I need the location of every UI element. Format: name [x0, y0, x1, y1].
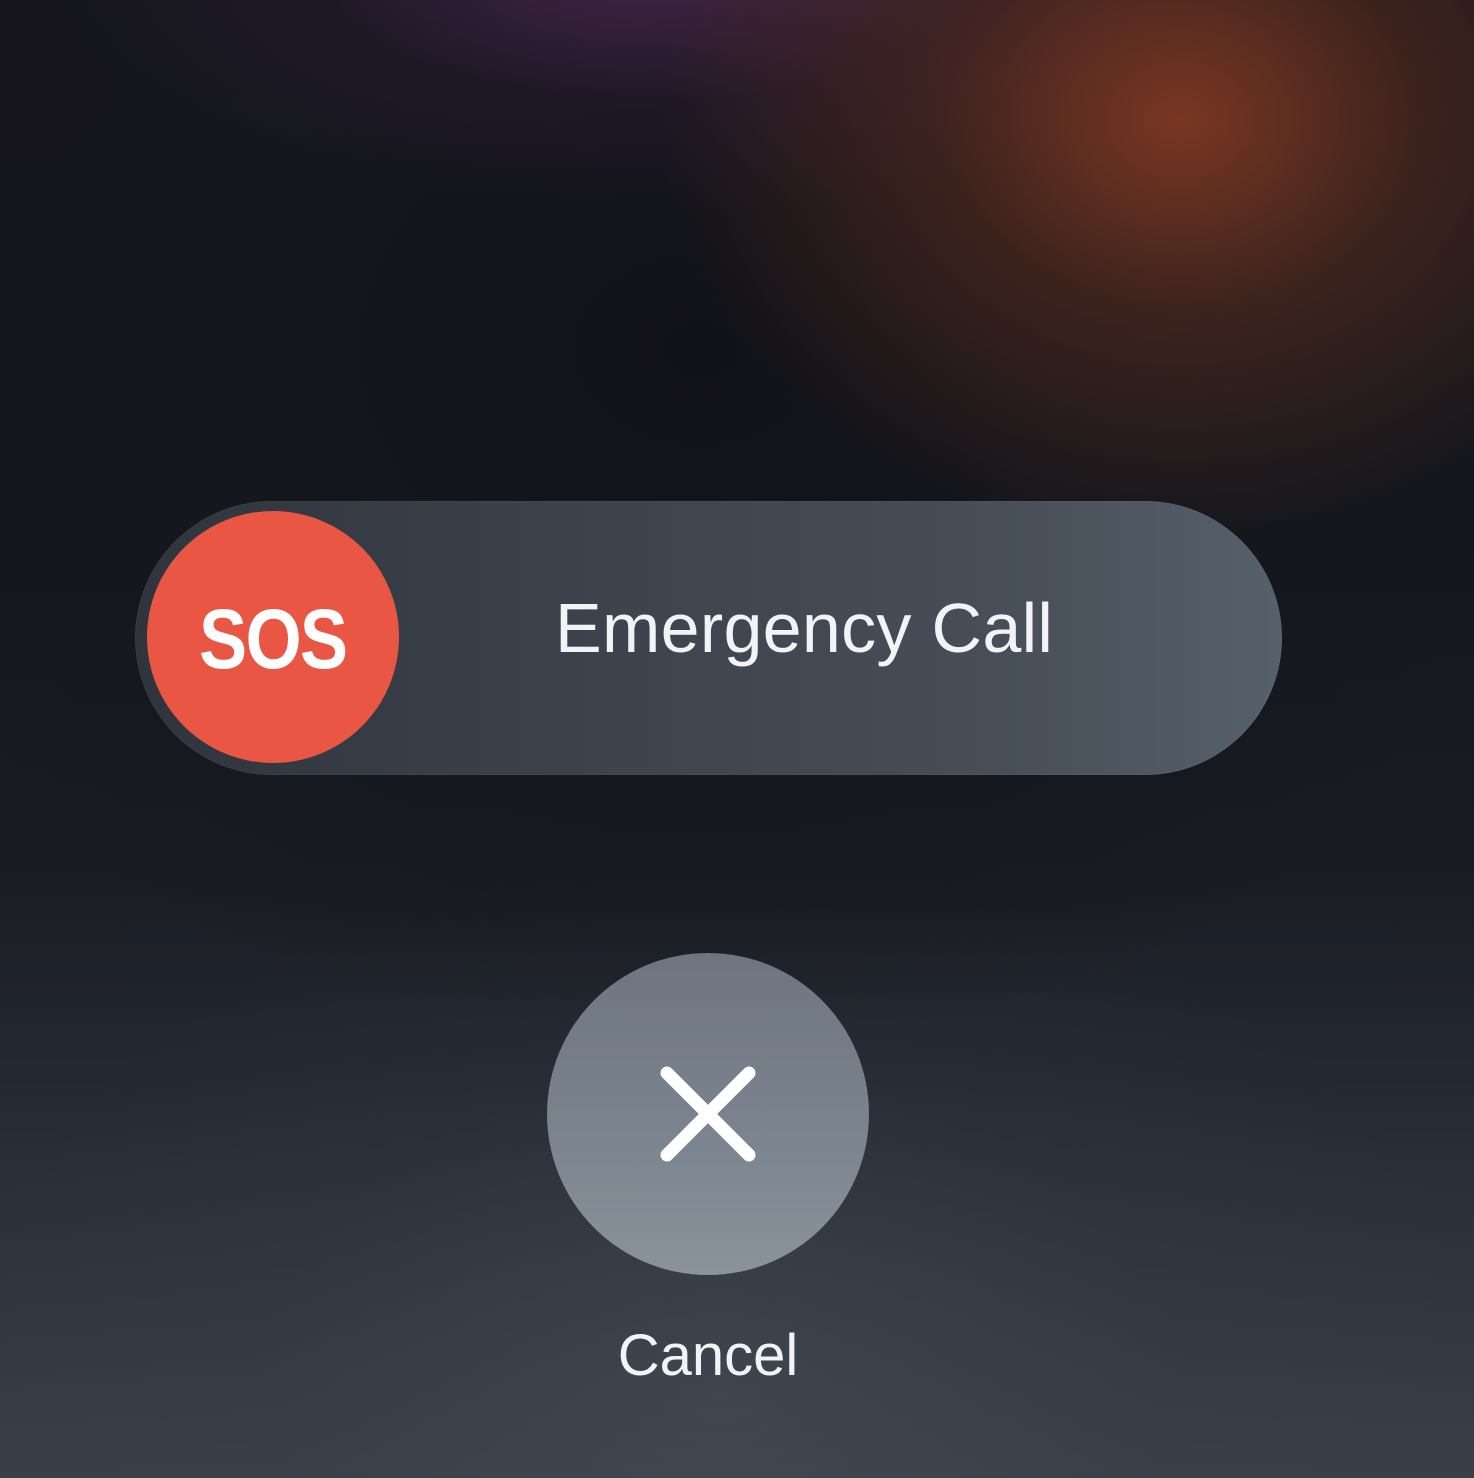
sos-label: SOS [199, 592, 348, 686]
cancel-label: Cancel [617, 1323, 799, 1388]
emergency-call-label: Emergency Call [555, 589, 1054, 667]
emergency-call-slider[interactable]: SOS Emergency Call [135, 501, 1282, 775]
cancel-button[interactable] [547, 953, 869, 1275]
sos-slider-knob[interactable]: SOS [147, 511, 399, 763]
close-icon [660, 1066, 756, 1162]
